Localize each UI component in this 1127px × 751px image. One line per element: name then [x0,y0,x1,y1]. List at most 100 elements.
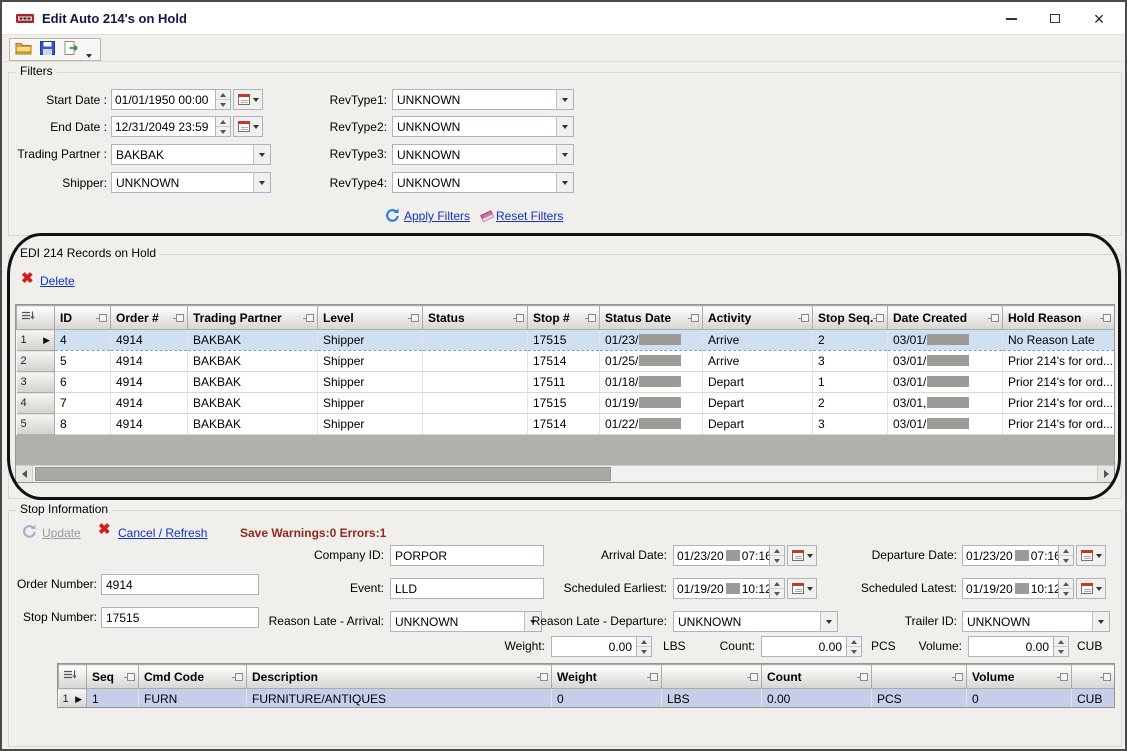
scheduled-latest-calendar-button[interactable] [1076,578,1106,599]
row-header[interactable]: 3 [17,372,55,393]
maximize-button[interactable] [1033,2,1077,35]
departure-date-spinner[interactable] [1058,545,1074,566]
column-header-date-created[interactable]: Date Created [888,306,1003,330]
trading-partner-dropdown-button[interactable] [253,145,270,164]
pin-icon[interactable] [860,673,868,681]
scheduled-earliest-input[interactable]: 01/19/2010:12 [673,578,769,599]
column-header-stop-[interactable]: Stop # [528,306,600,330]
order-number-input[interactable]: 4914 [101,574,259,595]
departure-date-input[interactable]: 01/23/2007:16 [962,545,1058,566]
close-button[interactable]: × [1077,2,1121,35]
shipper-combo[interactable]: UNKNOWN [111,172,271,193]
horizontal-scrollbar[interactable] [16,465,1114,482]
reason-late-departure-combo[interactable]: UNKNOWN [673,611,838,632]
scroll-left-button[interactable] [16,466,33,482]
revtype1-dropdown-button[interactable] [556,90,573,109]
table-row[interactable]: 364914BAKBAKShipper1751101/18/Depart103/… [17,372,1115,393]
cancel-refresh-link[interactable]: Cancel / Refresh [118,526,207,540]
pin-icon[interactable] [1103,673,1111,681]
column-header-blank[interactable] [872,665,967,689]
revtype3-combo[interactable]: UNKNOWN [392,144,574,165]
reset-filters-link[interactable]: Reset Filters [496,209,563,223]
column-header-status[interactable]: Status [423,306,528,330]
pin-icon[interactable] [801,314,809,322]
pin-icon[interactable] [691,314,699,322]
export-button[interactable] [61,40,81,59]
pin-icon[interactable] [876,314,884,322]
revtype1-combo[interactable]: UNKNOWN [392,89,574,110]
pin-icon[interactable] [411,314,419,322]
pin-icon[interactable] [176,314,184,322]
departure-date-calendar-button[interactable] [1076,545,1106,566]
event-input[interactable]: LLD [390,578,544,599]
row-header[interactable]: 4 [17,393,55,414]
column-header-level[interactable]: Level [318,306,423,330]
pin-icon[interactable] [750,673,758,681]
column-header-stop-seq-[interactable]: Stop Seq. [813,306,888,330]
column-header-weight[interactable]: Weight [552,665,662,689]
table-row[interactable]: 1▶1FURNFURNITURE/ANTIQUES0LBS0.00PCS0CUB [59,689,1115,709]
arrival-date-input[interactable]: 01/23/2007:16 [673,545,769,566]
minimize-button[interactable] [989,2,1033,35]
revtype3-dropdown-button[interactable] [556,145,573,164]
column-header-id[interactable]: ID [55,306,111,330]
pin-icon[interactable] [1060,673,1068,681]
table-row[interactable]: 474914BAKBAKShipper1751501/19/Depart203/… [17,393,1115,414]
grid-corner-button[interactable] [59,665,87,689]
pin-icon[interactable] [540,673,548,681]
column-header-description[interactable]: Description [247,665,552,689]
column-header-activity[interactable]: Activity [703,306,813,330]
apply-filters-link[interactable]: Apply Filters [404,209,470,223]
reason-late-departure-dropdown-button[interactable] [820,612,837,631]
volume-spinner[interactable] [1053,636,1069,657]
column-header-blank[interactable] [662,665,762,689]
table-row[interactable]: 1▶44914BAKBAKShipper1751501/23/Arrive203… [17,330,1115,351]
revtype2-combo[interactable]: UNKNOWN [392,116,574,137]
company-id-input[interactable]: PORPOR [390,545,544,566]
count-spinner[interactable] [846,636,862,657]
pin-icon[interactable] [306,314,314,322]
save-button[interactable] [37,40,57,59]
start-date-calendar-button[interactable] [233,89,263,110]
scheduled-latest-spinner[interactable] [1058,578,1074,599]
grid-corner-button[interactable] [17,306,55,330]
row-header[interactable]: 2 [17,351,55,372]
column-header-count[interactable]: Count [762,665,872,689]
row-header[interactable]: 1▶ [59,689,87,709]
scheduled-earliest-spinner[interactable] [769,578,785,599]
toolbar-overflow-icon[interactable] [86,54,92,58]
volume-input[interactable]: 0.00 [968,636,1053,657]
revtype4-dropdown-button[interactable] [556,173,573,192]
pin-icon[interactable] [235,673,243,681]
reason-late-arrival-combo[interactable]: UNKNOWN [390,611,542,632]
row-header[interactable]: 1▶ [17,330,55,351]
pin-icon[interactable] [127,673,135,681]
pin-icon[interactable] [1103,314,1111,322]
pin-icon[interactable] [99,314,107,322]
shipper-dropdown-button[interactable] [253,173,270,192]
count-input[interactable]: 0.00 [761,636,846,657]
pin-icon[interactable] [650,673,658,681]
table-row[interactable]: 584914BAKBAKShipper1751401/22/Depart303/… [17,414,1115,435]
pin-icon[interactable] [516,314,524,322]
scroll-right-button[interactable] [1097,466,1114,482]
start-date-input[interactable]: 01/01/1950 00:00 [111,89,215,110]
trailer-id-combo[interactable]: UNKNOWN [962,611,1110,632]
column-header-hold-reason[interactable]: Hold Reason [1003,306,1115,330]
weight-input[interactable]: 0.00 [551,636,636,657]
end-date-input[interactable]: 12/31/2049 23:59 [111,116,215,137]
start-date-spinner[interactable] [215,89,231,110]
scheduled-earliest-calendar-button[interactable] [787,578,817,599]
scrollbar-thumb[interactable] [35,467,611,481]
stop-number-input[interactable]: 17515 [101,607,259,628]
trailer-id-dropdown-button[interactable] [1092,612,1109,631]
end-date-calendar-button[interactable] [233,116,263,137]
column-header-seq[interactable]: Seq [87,665,139,689]
column-header-blank[interactable] [1072,665,1115,689]
delete-link[interactable]: Delete [40,274,75,288]
column-header-cmd-code[interactable]: Cmd Code [139,665,247,689]
end-date-spinner[interactable] [215,116,231,137]
revtype4-combo[interactable]: UNKNOWN [392,172,574,193]
column-header-order-[interactable]: Order # [111,306,188,330]
revtype2-dropdown-button[interactable] [556,117,573,136]
